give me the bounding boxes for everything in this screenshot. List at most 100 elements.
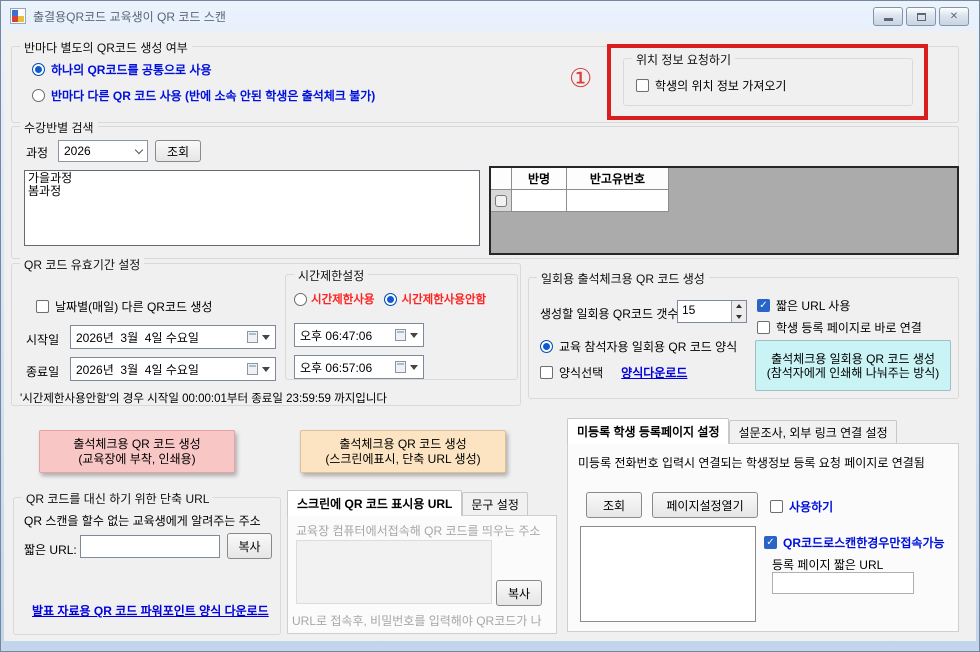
spinner-down-icon[interactable] — [736, 315, 742, 319]
grid-header-class-name: 반명 — [512, 168, 567, 190]
generate-one-time-qr-button[interactable]: 출석체크용 일회용 QR 코드 생성 (참석자에게 인쇄해 나눠주는 방식) — [755, 340, 951, 391]
group-validity: QR 코드 유효기간 설정 날짜별(매일) 다른 QR코드 생성 시작일 202… — [11, 263, 521, 406]
tab-screen-url[interactable]: 스크린에 QR 코드 표시용 URL — [287, 490, 462, 516]
radio-unselected-icon[interactable] — [32, 89, 45, 102]
calendar-icon — [395, 329, 406, 341]
register-short-url-input[interactable] — [772, 572, 914, 594]
open-page-settings-button[interactable]: 페이지설정열기 — [652, 492, 758, 518]
generate-one-time-line2: (참석자에게 인쇄해 나눠주는 방식) — [767, 366, 940, 380]
register-search-button[interactable]: 조회 — [586, 492, 642, 518]
calendar-icon — [395, 361, 406, 373]
dropdown-arrow-icon[interactable] — [262, 367, 270, 372]
checkbox-checked-icon[interactable]: ✓ — [757, 299, 770, 312]
start-date-label: 시작일 — [26, 331, 59, 348]
radio-selected-icon[interactable] — [540, 340, 553, 353]
radio-attendee-form-label: 교육 참석자용 일회용 QR 코드 양식 — [559, 338, 737, 355]
tab-survey-link[interactable]: 설문조사, 외부 링크 연결 설정 — [729, 420, 896, 444]
end-time-picker[interactable]: 오후 06:57:06 — [294, 355, 424, 379]
radio-attendee-form[interactable]: 교육 참석자용 일회용 QR 코드 양식 — [540, 338, 737, 355]
register-search-label: 조회 — [603, 497, 625, 514]
course-combobox-value: 2026 — [64, 144, 91, 158]
close-icon: ✕ — [950, 12, 958, 22]
tab-register-page[interactable]: 미등록 학생 등록페이지 설정 — [567, 418, 729, 444]
short-url-label: 짧은 URL: — [24, 541, 77, 558]
grid-row-checkbox[interactable] — [495, 195, 507, 207]
checkbox-use-register-label: 사용하기 — [789, 498, 833, 515]
radio-selected-icon[interactable] — [384, 293, 397, 306]
window-title: 출결용QR코드 교육생이 QR 코드 스캔 — [33, 8, 226, 25]
table-row[interactable] — [491, 190, 957, 212]
calendar-icon — [247, 363, 258, 375]
group-one-time-qr: 일회용 출석체크용 QR 코드 생성 생성할 일회용 QR코드 갯수 15 교육… — [528, 277, 959, 399]
checkbox-icon[interactable] — [757, 321, 770, 334]
checkbox-use-register[interactable]: 사용하기 — [770, 498, 833, 515]
register-listbox[interactable] — [580, 526, 756, 622]
check-icon: ✓ — [766, 538, 774, 548]
spinner-up-icon[interactable] — [736, 304, 742, 308]
print-qr-line1: 출석체크용 QR 코드 생성 — [73, 437, 200, 452]
dropdown-arrow-icon[interactable] — [410, 365, 418, 370]
checkbox-daily-qr[interactable]: 날짜별(매일) 다른 QR코드 생성 — [36, 298, 212, 315]
register-short-url-label: 등록 페이지 짧은 URL — [772, 556, 883, 573]
radio-per-class-qr[interactable]: 반마다 다른 QR 코드 사용 (반에 소속 안된 학생은 출석체크 불가) — [32, 87, 375, 104]
list-item[interactable]: 봄과정 — [28, 185, 476, 198]
one-time-count-label: 생성할 일회용 QR코드 갯수 — [540, 305, 680, 322]
screen-url-copy-label: 복사 — [508, 585, 530, 602]
maximize-button[interactable] — [906, 7, 936, 26]
one-time-count-spinner[interactable]: 15 — [677, 300, 747, 323]
grid-cell-class-id[interactable] — [567, 190, 669, 212]
checkbox-icon[interactable] — [36, 300, 49, 313]
radio-unselected-icon[interactable] — [294, 293, 307, 306]
tab-text-setting[interactable]: 문구 설정 — [462, 492, 528, 516]
course-listbox[interactable]: 가을과정 봄과정 — [24, 170, 480, 246]
start-time-picker[interactable]: 오후 06:47:06 — [294, 323, 424, 347]
screen-url-copy-button[interactable]: 복사 — [496, 580, 542, 606]
end-date-picker[interactable]: 2026년 3월 4일 수요일 — [70, 357, 276, 381]
checkbox-icon[interactable] — [540, 366, 553, 379]
dropdown-arrow-icon[interactable] — [262, 335, 270, 340]
class-grid[interactable]: 반명 반고유번호 — [489, 166, 959, 255]
ppt-download-link[interactable]: 발표 자료용 QR 코드 파워포인트 양식 다운로드 — [32, 602, 276, 619]
group-class-search: 수강반별 검색 과정 2026 조회 가을과정 봄과정 반명 반고유번호 — [11, 126, 959, 259]
checkbox-direct-link[interactable]: 학생 등록 페이지로 바로 연결 — [757, 319, 922, 336]
annotation-red-box — [607, 44, 928, 120]
checkbox-checked-icon[interactable]: ✓ — [764, 536, 777, 549]
short-url-copy-button[interactable]: 복사 — [227, 533, 272, 559]
close-button[interactable]: ✕ — [939, 7, 969, 26]
short-url-copy-label: 복사 — [238, 538, 260, 555]
checkbox-icon[interactable] — [770, 500, 783, 513]
screen-url-textarea[interactable] — [296, 540, 492, 604]
generate-one-time-line1: 출석체크용 일회용 QR 코드 생성 — [771, 352, 935, 366]
minimize-button[interactable] — [873, 7, 903, 26]
grid-cell-class-name[interactable] — [512, 190, 567, 212]
group-time-limit-title: 시간제한설정 — [294, 267, 368, 284]
title-bar[interactable]: 출결용QR코드 교육생이 QR 코드 스캔 ✕ — [1, 1, 979, 31]
checkbox-qr-only[interactable]: ✓ QR코드로스캔한경우만접속가능 — [764, 534, 945, 551]
course-search-button[interactable]: 조회 — [155, 140, 201, 162]
course-combobox[interactable]: 2026 — [58, 140, 148, 162]
spinner-buttons[interactable] — [731, 301, 746, 322]
screen-url-tabpanel: 교육장 컴퓨터에서접속해 QR 코드를 띄우는 주소 복사 URL로 접속후, … — [287, 515, 557, 634]
screen-qr-line2: (스크린에표시, 단축 URL 생성) — [325, 452, 480, 467]
generate-print-qr-button[interactable]: 출석체크용 QR 코드 생성 (교육장에 부착, 인쇄용) — [39, 430, 235, 473]
start-date-picker[interactable]: 2026년 3월 4일 수요일 — [70, 325, 276, 349]
form-download-link[interactable]: 양식다운로드 — [621, 364, 687, 381]
radio-common-qr[interactable]: 하나의 QR코드를 공통으로 사용 — [32, 61, 211, 78]
group-class-search-title: 수강반별 검색 — [20, 119, 98, 136]
one-time-count-value: 15 — [678, 301, 731, 322]
grid-row-selector-cell[interactable] — [491, 190, 512, 212]
group-one-time-qr-title: 일회용 출석체크용 QR 코드 생성 — [537, 270, 709, 287]
maximize-icon — [917, 13, 926, 21]
dropdown-arrow-icon[interactable] — [410, 333, 418, 338]
dialog-window: 출결용QR코드 교육생이 QR 코드 스캔 ✕ 반마다 별도의 QR코드 생성 … — [0, 0, 980, 652]
register-tabpanel: 미등록 전화번호 입력시 연결되는 학생정보 등록 요청 페이지로 연결됨 조회… — [567, 443, 959, 632]
checkbox-form-select-label[interactable]: 양식선택 — [559, 364, 603, 381]
start-time-value: 오후 06:47:06 — [300, 327, 372, 344]
radio-selected-icon[interactable] — [32, 63, 45, 76]
radio-time-limit-on-label[interactable]: 시간제한사용 — [311, 291, 374, 307]
short-url-input[interactable] — [80, 535, 220, 558]
generate-screen-qr-button[interactable]: 출석체크용 QR 코드 생성 (스크린에표시, 단축 URL 생성) — [300, 430, 506, 473]
list-item[interactable]: 가을과정 — [28, 172, 476, 185]
checkbox-short-url[interactable]: ✓ 짧은 URL 사용 — [757, 297, 850, 314]
radio-time-limit-off-label[interactable]: 시간제한사용안함 — [401, 291, 486, 307]
